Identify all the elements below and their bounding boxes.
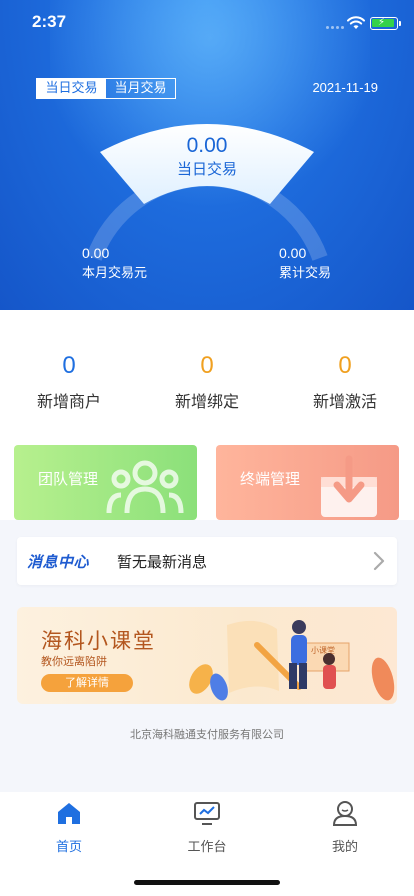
today-amount: 0.00 — [186, 134, 228, 157]
download-box-icon — [321, 455, 377, 517]
team-management-card[interactable]: 团队管理 — [14, 445, 197, 520]
metric-label: 新增激活 — [312, 392, 377, 411]
period-tabs: 当日交易 当月交易 — [36, 78, 176, 99]
group-icon — [106, 460, 184, 514]
banner-title: 海科小课堂 — [41, 629, 156, 653]
metric-value: 0 — [62, 352, 76, 379]
tab-workbench-label: 工作台 — [187, 840, 227, 855]
battery-icon: ⚡ — [370, 17, 401, 30]
home-icon — [58, 803, 80, 824]
metric-label: 新增商户 — [36, 392, 101, 411]
learn-more-button[interactable]: 了解详情 — [41, 674, 133, 692]
metric-value: 0 — [200, 352, 214, 379]
classroom-banner[interactable]: 海科小课堂 教你远离陷阱 了解详情 小课堂 — [17, 607, 397, 704]
message-center-bar[interactable]: 消息中心 暂无最新消息 — [17, 537, 397, 585]
metric-new-activations[interactable]: 0 新增激活 — [276, 352, 414, 412]
wifi-icon — [347, 16, 365, 29]
metric-new-merchants[interactable]: 0 新增商户 — [0, 352, 138, 412]
tab-mine[interactable]: 我的 — [276, 798, 414, 855]
total-stat: 0.00 累计交易 — [279, 245, 331, 281]
month-label: 本月交易元 — [82, 266, 148, 281]
current-date: 2021-11-19 — [312, 80, 378, 95]
metric-value: 0 — [338, 352, 352, 379]
team-management-label: 团队管理 — [38, 470, 99, 488]
metric-label: 新增绑定 — [174, 392, 239, 411]
terminal-management-label: 终端管理 — [240, 470, 301, 488]
metric-new-bindings[interactable]: 0 新增绑定 — [138, 352, 276, 412]
total-label: 累计交易 — [279, 266, 332, 281]
month-value: 0.00 — [82, 245, 110, 261]
chevron-right-icon — [373, 551, 385, 571]
status-bar: 2:37 ⚡ — [0, 0, 414, 48]
message-center-logo: 消息中心 — [27, 553, 90, 571]
user-icon — [332, 801, 358, 826]
classroom-illustration: 小课堂 — [189, 620, 395, 701]
company-name: 北京海科融通支付服务有限公司 — [130, 728, 284, 741]
tab-home[interactable]: 首页 — [0, 798, 138, 855]
today-label: 当日交易 — [176, 160, 237, 178]
cellular-signal-icon — [326, 24, 344, 30]
message-text: 暂无最新消息 — [117, 553, 208, 571]
banner-subtitle: 教你远离陷阱 — [41, 655, 107, 668]
tab-mine-label: 我的 — [331, 840, 358, 855]
board-text: 小课堂 — [311, 645, 335, 655]
tab-month[interactable]: 当月交易 — [106, 79, 175, 98]
monitor-icon — [194, 802, 220, 825]
terminal-management-card[interactable]: 终端管理 — [216, 445, 399, 520]
tab-today[interactable]: 当日交易 — [37, 79, 106, 98]
total-value: 0.00 — [279, 245, 307, 261]
home-indicator — [134, 880, 280, 885]
tab-workbench[interactable]: 工作台 — [138, 798, 276, 855]
tab-home-label: 首页 — [55, 840, 82, 855]
status-time: 2:37 — [32, 12, 67, 31]
month-stat: 0.00 本月交易元 — [82, 245, 147, 281]
